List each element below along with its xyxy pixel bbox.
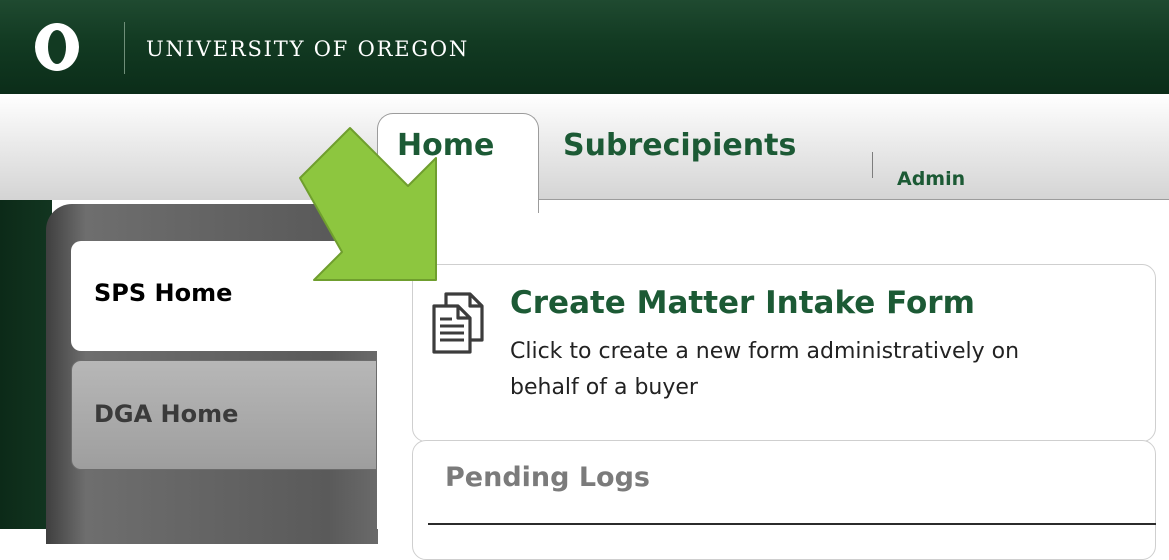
- site-header: UNIVERSITY OF OREGON: [0, 0, 1169, 94]
- create-matter-description-line2: behalf of a buyer: [510, 375, 698, 400]
- sidebar-item-dga-home-label[interactable]: DGA Home: [94, 400, 238, 428]
- oregon-o-logo-icon[interactable]: [32, 22, 82, 72]
- pending-logs-card: [412, 440, 1156, 560]
- pending-logs-title: Pending Logs: [445, 462, 651, 493]
- arrow-pointer-icon: [299, 127, 437, 281]
- tab-admin[interactable]: Admin: [897, 168, 965, 190]
- left-background: [0, 200, 52, 529]
- create-matter-title[interactable]: Create Matter Intake Form: [510, 285, 975, 321]
- sidebar-item-sps-home-label[interactable]: SPS Home: [94, 279, 232, 307]
- header-divider: [124, 22, 125, 74]
- nav-divider: [872, 152, 873, 178]
- university-title[interactable]: UNIVERSITY OF OREGON: [146, 37, 469, 61]
- tab-subrecipients[interactable]: Subrecipients: [563, 128, 796, 163]
- create-matter-description-line1: Click to create a new form administrativ…: [510, 339, 1020, 364]
- pending-logs-divider: [428, 523, 1156, 525]
